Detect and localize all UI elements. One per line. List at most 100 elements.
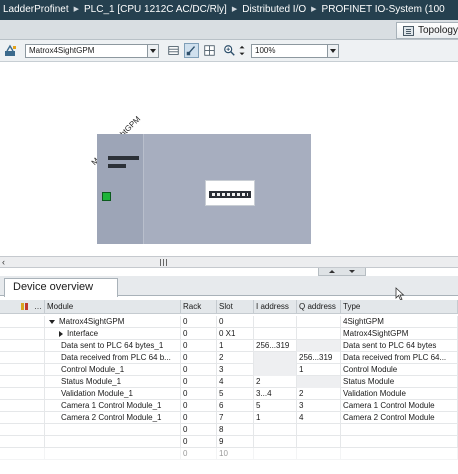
cell-type[interactable]: Camera 2 Control Module [341, 412, 458, 424]
column-header-i-address[interactable]: I address [254, 300, 297, 314]
cell-slot[interactable]: 4 [217, 376, 254, 388]
cell-type[interactable]: Control Module [341, 364, 458, 376]
cell-qaddr[interactable]: 256...319 [297, 352, 341, 364]
table-row[interactable]: Camera 2 Control Module_1 0 7 1 4 Camera 2 Co… [0, 412, 458, 424]
table-row[interactable]: 08 [0, 424, 458, 436]
cell-rack[interactable]: 0 [181, 400, 217, 412]
device-select[interactable]: Matrox4SightGPM [25, 44, 159, 58]
cell-type[interactable] [341, 448, 458, 460]
cell-module[interactable]: Status Module_1 [45, 376, 181, 388]
cell-rack[interactable]: 0 [181, 436, 217, 448]
breadcrumb-item[interactable]: PROFINET IO-System (100 [322, 0, 445, 20]
cell-type[interactable] [341, 436, 458, 448]
cell-iaddr[interactable] [254, 352, 297, 364]
device-rack[interactable] [97, 134, 311, 244]
cell-iaddr[interactable]: 2 [254, 376, 297, 388]
cell-rack[interactable]: 0 [181, 388, 217, 400]
table-row[interactable]: Control Module_1 0 3 1 Control Module [0, 364, 458, 376]
cell-iaddr[interactable] [254, 424, 297, 436]
zoom-icon[interactable] [222, 43, 237, 58]
cell-type[interactable]: Matrox4SightGPM [341, 328, 458, 340]
cell-rack[interactable]: 0 [181, 448, 217, 460]
cell-slot[interactable]: 3 [217, 364, 254, 376]
cell-module[interactable]: Data sent to PLC 64 bytes_1 [45, 340, 181, 352]
cell-qaddr[interactable] [297, 376, 341, 388]
cell-module[interactable] [45, 424, 181, 436]
cell-slot[interactable]: 1 [217, 340, 254, 352]
table-row[interactable]: Data received from PLC 64 b... 0 2 256...31… [0, 352, 458, 364]
cell-type[interactable]: Data received from PLC 64... [341, 352, 458, 364]
cell-module[interactable]: Control Module_1 [45, 364, 181, 376]
breadcrumb-item[interactable]: LadderProfinet [3, 0, 69, 20]
breadcrumb-item[interactable]: Distributed I/O [242, 0, 306, 20]
cell-iaddr[interactable]: 1 [254, 412, 297, 424]
column-header-module[interactable]: Module [45, 300, 181, 314]
device-view-canvas[interactable]: Matrox4SightGPM [0, 62, 458, 256]
cell-module[interactable]: Camera 1 Control Module_1 [45, 400, 181, 412]
cell-type[interactable]: 4SightGPM [341, 316, 458, 328]
cell-iaddr[interactable]: 256...319 [254, 340, 297, 352]
cell-type[interactable]: Data sent to PLC 64 bytes [341, 340, 458, 352]
cell-rack[interactable]: 0 [181, 424, 217, 436]
cell-qaddr[interactable] [297, 448, 341, 460]
cell-rack[interactable]: 0 [181, 340, 217, 352]
expand-down-icon[interactable] [49, 319, 55, 324]
cell-type[interactable]: Status Module [341, 376, 458, 388]
cell-qaddr[interactable] [297, 340, 341, 352]
tab-device-overview[interactable]: Device overview [4, 278, 118, 297]
cell-type[interactable]: Validation Module [341, 388, 458, 400]
table-row[interactable]: Validation Module_1 0 5 3...4 2 Validation Mo… [0, 388, 458, 400]
scroll-left-icon[interactable]: ‹ [2, 258, 12, 267]
cell-module[interactable] [45, 436, 181, 448]
cell-rack[interactable]: 0 [181, 376, 217, 388]
cell-rack[interactable]: 0 [181, 316, 217, 328]
cell-slot[interactable]: 7 [217, 412, 254, 424]
cell-rack[interactable]: 0 [181, 352, 217, 364]
column-header-q-address[interactable]: Q address [297, 300, 341, 314]
cell-iaddr[interactable] [254, 436, 297, 448]
cell-iaddr[interactable]: 5 [254, 400, 297, 412]
cell-qaddr[interactable] [297, 316, 341, 328]
grid-icon[interactable] [202, 43, 217, 58]
column-header-type[interactable]: Type [341, 300, 458, 314]
table-row[interactable]: Matrox4SightGPM 0 0 4SightGPM [0, 316, 458, 328]
breadcrumb-item[interactable]: PLC_1 [CPU 1212C AC/DC/Rly] [84, 0, 227, 20]
chevron-down-icon[interactable] [147, 45, 158, 57]
cell-iaddr[interactable] [254, 448, 297, 460]
panel-splitter[interactable] [318, 268, 366, 276]
cell-rack[interactable]: 0 [181, 328, 217, 340]
cell-rack[interactable]: 0 [181, 412, 217, 424]
cell-module[interactable]: Validation Module_1 [45, 388, 181, 400]
cell-iaddr[interactable] [254, 364, 297, 376]
horizontal-scrollbar[interactable]: ‹ [0, 256, 458, 268]
cell-module[interactable] [45, 448, 181, 460]
cell-slot[interactable]: 5 [217, 388, 254, 400]
cell-rack[interactable]: 0 [181, 364, 217, 376]
cell-slot[interactable]: 2 [217, 352, 254, 364]
cell-slot[interactable]: 9 [217, 436, 254, 448]
cell-qaddr[interactable]: 4 [297, 412, 341, 424]
ethernet-port-icon[interactable] [102, 192, 111, 201]
cell-qaddr[interactable]: 1 [297, 364, 341, 376]
cell-module[interactable]: Data received from PLC 64 b... [45, 352, 181, 364]
cell-module[interactable]: Interface [45, 328, 181, 340]
table-row[interactable]: 0 10 [0, 448, 458, 460]
module-image[interactable] [205, 180, 255, 206]
zoom-select[interactable]: 100% [251, 44, 339, 58]
cell-qaddr[interactable] [297, 328, 341, 340]
device-properties-icon[interactable] [4, 44, 18, 58]
cell-slot[interactable]: 6 [217, 400, 254, 412]
cell-module[interactable]: Camera 2 Control Module_1 [45, 412, 181, 424]
tab-topology-view[interactable]: Topology [396, 22, 458, 39]
cell-qaddr[interactable] [297, 436, 341, 448]
chevron-down-icon[interactable] [327, 45, 338, 57]
cell-iaddr[interactable] [254, 328, 297, 340]
cell-iaddr[interactable] [254, 316, 297, 328]
cell-qaddr[interactable]: 2 [297, 388, 341, 400]
table-row[interactable]: Interface 0 0 X1 Matrox4SightGPM [0, 328, 458, 340]
cell-type[interactable]: Camera 1 Control Module [341, 400, 458, 412]
cell-slot[interactable]: 10 [217, 448, 254, 460]
column-header-slot[interactable]: Slot [217, 300, 254, 314]
cell-module[interactable]: Matrox4SightGPM [45, 316, 181, 328]
cell-qaddr[interactable] [297, 424, 341, 436]
